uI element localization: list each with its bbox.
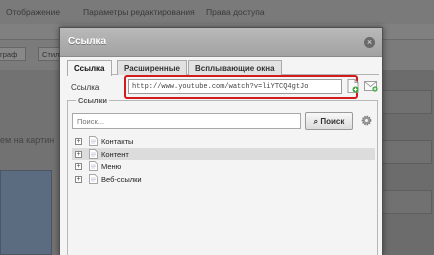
expand-icon[interactable]: + — [75, 138, 82, 145]
mail-icon[interactable] — [364, 80, 378, 92]
link-dialog: Ссылка × Ссылка Расширенные Всплывающие … — [59, 27, 383, 255]
dialog-tabs: Ссылка Расширенные Всплывающие окна — [67, 58, 379, 76]
document-icon — [89, 173, 98, 184]
search-button-label: Поиск — [320, 117, 345, 126]
add-page-icon[interactable] — [347, 79, 359, 93]
expand-icon[interactable]: + — [75, 175, 82, 183]
tree-item-content[interactable]: + Контент — [72, 147, 375, 160]
search-icon: ⌕ — [313, 117, 319, 126]
dialog-title: Ссылка — [68, 36, 107, 47]
links-legend: Ссылки — [76, 96, 110, 105]
background-panel-box — [382, 140, 432, 164]
close-icon[interactable]: × — [364, 37, 375, 48]
tree-item-label: Контакты — [101, 137, 134, 146]
background-tab-edit-params: Параметры редактирования — [83, 7, 195, 17]
links-fieldset: Ссылки ⌕ Поиск + Контакты + Контент + — [67, 96, 378, 255]
background-tab-access: Права доступа — [206, 7, 265, 17]
tab-link[interactable]: Ссылка — [67, 60, 112, 76]
tree-item-contacts[interactable]: + Контакты — [72, 135, 375, 148]
url-highlight-annotation — [124, 75, 358, 99]
expand-icon[interactable]: + — [75, 163, 82, 170]
background-tab-display: Отображение — [6, 7, 61, 17]
background-panel-box — [382, 190, 432, 214]
background-image — [0, 170, 52, 255]
tree-item-menu[interactable]: + Меню — [72, 160, 375, 173]
dialog-titlebar: Ссылка × — [60, 28, 382, 57]
document-icon — [89, 161, 98, 171]
tree-item-label: Контент — [101, 149, 129, 159]
links-tree: + Контакты + Контент + Меню + Веб-ссылки — [72, 135, 375, 185]
document-icon — [89, 136, 98, 146]
background-panel-box — [382, 90, 432, 114]
link-url-label: Ссылка — [71, 83, 100, 92]
expand-icon[interactable]: + — [75, 150, 82, 158]
links-search-input[interactable] — [72, 113, 301, 129]
background-editor-text: ем на картин — [0, 135, 55, 145]
background-tab-bar: Отображение Параметры редактирования Пра… — [0, 0, 434, 24]
tab-advanced[interactable]: Расширенные — [117, 60, 187, 75]
tab-popup-windows[interactable]: Всплывающие окна — [188, 60, 282, 75]
tree-item-label: Веб-ссылки — [101, 174, 142, 184]
tree-item-weblinks[interactable]: + Веб-ссылки — [72, 173, 375, 186]
document-icon — [89, 148, 98, 159]
gear-icon[interactable] — [361, 115, 372, 126]
tree-item-label: Меню — [101, 162, 122, 171]
background-paragraph-select: граф — [0, 47, 26, 61]
link-url-row: Ссылка http://www.youtube.com/watch?v=li… — [67, 75, 379, 99]
search-button[interactable]: ⌕ Поиск — [305, 112, 353, 130]
